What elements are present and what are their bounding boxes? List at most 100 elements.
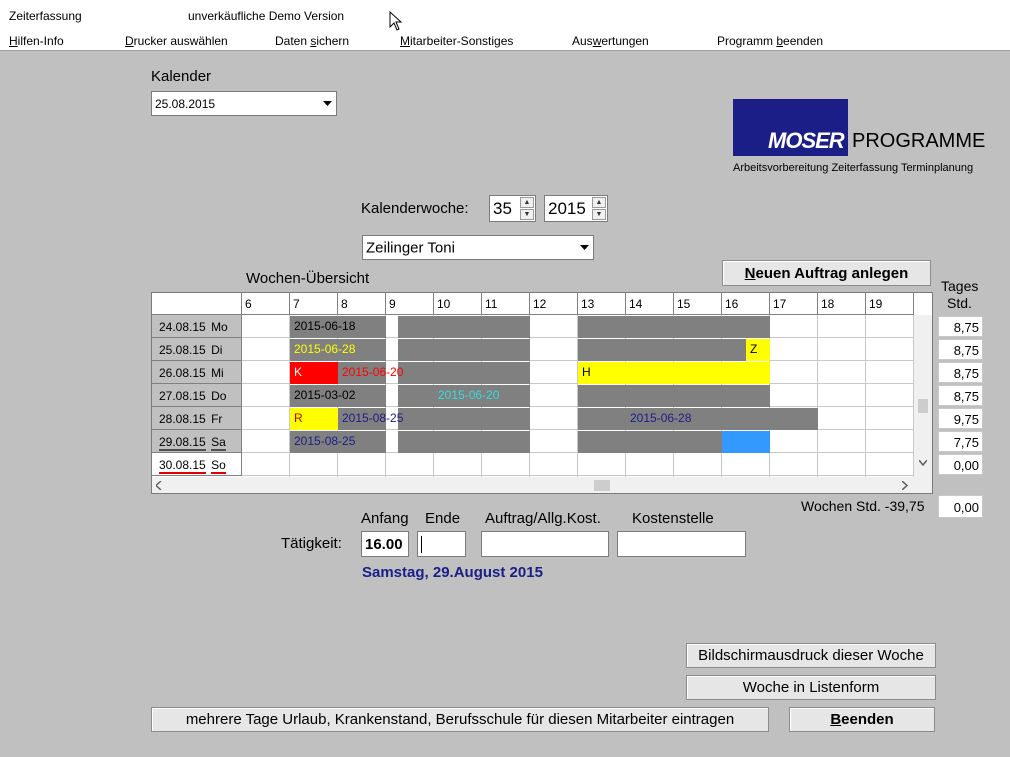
hour-header: 14 — [626, 293, 674, 315]
text-caret — [421, 536, 422, 553]
day-label-di[interactable]: 25.08.15 Di — [152, 338, 242, 361]
week-hours-value: 0,00 — [938, 495, 983, 518]
work-block[interactable] — [398, 431, 530, 453]
week-number-spinner[interactable]: 35 ▲ ▼ — [489, 195, 536, 222]
hour-header: 7 — [290, 293, 338, 315]
hour-header: 11 — [482, 293, 530, 315]
menu-mitarbeiter-sonstiges[interactable]: Mitarbeiter-Sonstiges — [400, 34, 513, 48]
menu-programm-beenden[interactable]: Programm beenden — [717, 34, 823, 48]
work-block[interactable] — [398, 339, 530, 361]
activity-label: Tätigkeit: — [281, 535, 342, 552]
logo-programme: PROGRAMME — [852, 130, 986, 152]
spin-up-icon[interactable]: ▲ — [592, 197, 606, 208]
calendar-label: Kalender — [151, 68, 212, 85]
entry-label: 2015-06-20 — [438, 388, 500, 402]
work-block[interactable] — [398, 316, 530, 338]
menu-daten-sichern[interactable]: Daten sichern — [275, 34, 349, 48]
start-column-label: Anfang — [361, 510, 409, 527]
employee-value: Zeilinger Toni — [366, 239, 455, 256]
cost-center-column-label: Kostenstelle — [632, 510, 714, 527]
calendar-date-value: 25.08.2015 — [155, 96, 216, 111]
day-hours-header-2: Std. — [947, 295, 972, 311]
scroll-down-icon[interactable] — [919, 460, 927, 466]
logo-brand: MOSER — [768, 128, 845, 153]
day-hours-so: 0,00 — [938, 454, 983, 475]
selected-date-text: Samstag, 29.August 2015 — [362, 564, 543, 581]
entry-label: 2015-06-28 — [294, 342, 356, 356]
entry-label: 2015-08-25 — [342, 411, 404, 425]
new-order-button[interactable]: Neuen Auftrag anlegen — [722, 260, 931, 286]
menu-auswertungen[interactable]: Auswertungen — [572, 34, 649, 48]
year-spinner[interactable]: 2015 ▲ ▼ — [544, 195, 608, 222]
selected-block[interactable] — [722, 431, 770, 453]
hour-header: 17 — [770, 293, 818, 315]
print-week-button[interactable]: Bildschirmausdruck dieser Woche — [686, 643, 936, 668]
start-time-input[interactable]: 16.00 — [361, 531, 409, 557]
entry-label: 2015-06-20 — [342, 365, 404, 379]
hour-header: 13 — [578, 293, 626, 315]
calendar-date-picker[interactable]: 25.08.2015 — [151, 91, 337, 116]
work-block[interactable] — [578, 339, 746, 361]
hour-header: 12 — [530, 293, 578, 315]
hour-header: 6 — [242, 293, 290, 315]
scroll-left-icon[interactable] — [156, 481, 162, 490]
day-label-sa[interactable]: 29.08.15 Sa — [152, 430, 242, 453]
week-label: Kalenderwoche: — [361, 200, 469, 217]
week-hours-label: Wochen Std. -39,75 — [801, 498, 925, 514]
week-overview-grid[interactable]: 6 7 8 9 10 11 12 13 14 15 16 17 18 19 24… — [151, 292, 933, 494]
work-block[interactable] — [398, 362, 530, 384]
spin-up-icon[interactable]: ▲ — [520, 197, 534, 208]
hour-header: 16 — [722, 293, 770, 315]
work-block[interactable] — [578, 408, 818, 430]
horizontal-scroll-thumb[interactable] — [594, 480, 610, 491]
hour-header: 10 — [434, 293, 482, 315]
chevron-down-icon[interactable] — [319, 93, 335, 114]
day-hours-fr: 9,75 — [938, 408, 983, 429]
end-time-input[interactable] — [417, 531, 466, 557]
vertical-scroll-thumb[interactable] — [918, 399, 928, 413]
grid-vertical-scrollbar[interactable] — [914, 315, 932, 477]
day-label-do[interactable]: 27.08.15 Do — [152, 384, 242, 407]
entry-label: Z — [750, 342, 758, 356]
mouse-pointer-icon — [389, 11, 403, 31]
order-input[interactable] — [481, 531, 609, 557]
spin-down-icon[interactable]: ▼ — [520, 209, 534, 220]
holiday-block-h[interactable] — [578, 362, 770, 384]
scroll-right-icon[interactable] — [902, 481, 908, 490]
spin-down-icon[interactable]: ▼ — [592, 209, 606, 220]
day-label-fr[interactable]: 28.08.15 Fr — [152, 407, 242, 430]
entry-label: 2015-03-02 — [294, 388, 356, 402]
grid-horizontal-scrollbar[interactable] — [152, 477, 932, 493]
entry-label: 2015-06-18 — [294, 319, 356, 333]
hour-header: 19 — [866, 293, 914, 315]
day-hours-di: 8,75 — [938, 339, 983, 360]
year-value: 2015 — [548, 198, 586, 218]
grid-corner-header — [152, 293, 242, 315]
app-title: Zeiterfassung — [9, 9, 82, 23]
employee-select[interactable]: Zeilinger Toni — [362, 235, 594, 260]
week-list-button[interactable]: Woche in Listenform — [686, 675, 936, 700]
work-block[interactable] — [578, 385, 770, 407]
day-label-so[interactable]: 30.08.15 So — [152, 453, 242, 476]
entry-label: H — [582, 365, 591, 379]
hour-header: 15 — [674, 293, 722, 315]
week-number-value: 35 — [493, 198, 512, 218]
hour-header: 8 — [338, 293, 386, 315]
entry-label: 2015-06-28 — [630, 411, 692, 425]
menu-drucker-auswaehlen[interactable]: Drucker auswählen — [125, 34, 228, 48]
day-hours-header-1: Tages — [941, 278, 979, 294]
quit-button[interactable]: Beenden — [789, 707, 935, 732]
work-block[interactable] — [578, 431, 722, 453]
day-hours-sa: 7,75 — [938, 431, 983, 452]
work-block[interactable] — [398, 408, 530, 430]
day-label-mo[interactable]: 24.08.15 Mo — [152, 315, 242, 338]
multi-days-button[interactable]: mehrere Tage Urlaub, Krankenstand, Beruf… — [151, 707, 769, 732]
chevron-down-icon[interactable] — [576, 237, 592, 258]
day-label-mi[interactable]: 26.08.15 Mi — [152, 361, 242, 384]
entry-label: K — [294, 365, 303, 379]
work-block[interactable] — [578, 316, 770, 338]
menu-hilfen-info[interactable]: Hilfen-Info — [9, 34, 64, 48]
day-hours-do: 8,75 — [938, 385, 983, 406]
cost-center-input[interactable] — [617, 531, 746, 557]
entry-label: 2015-08-25 — [294, 434, 356, 448]
